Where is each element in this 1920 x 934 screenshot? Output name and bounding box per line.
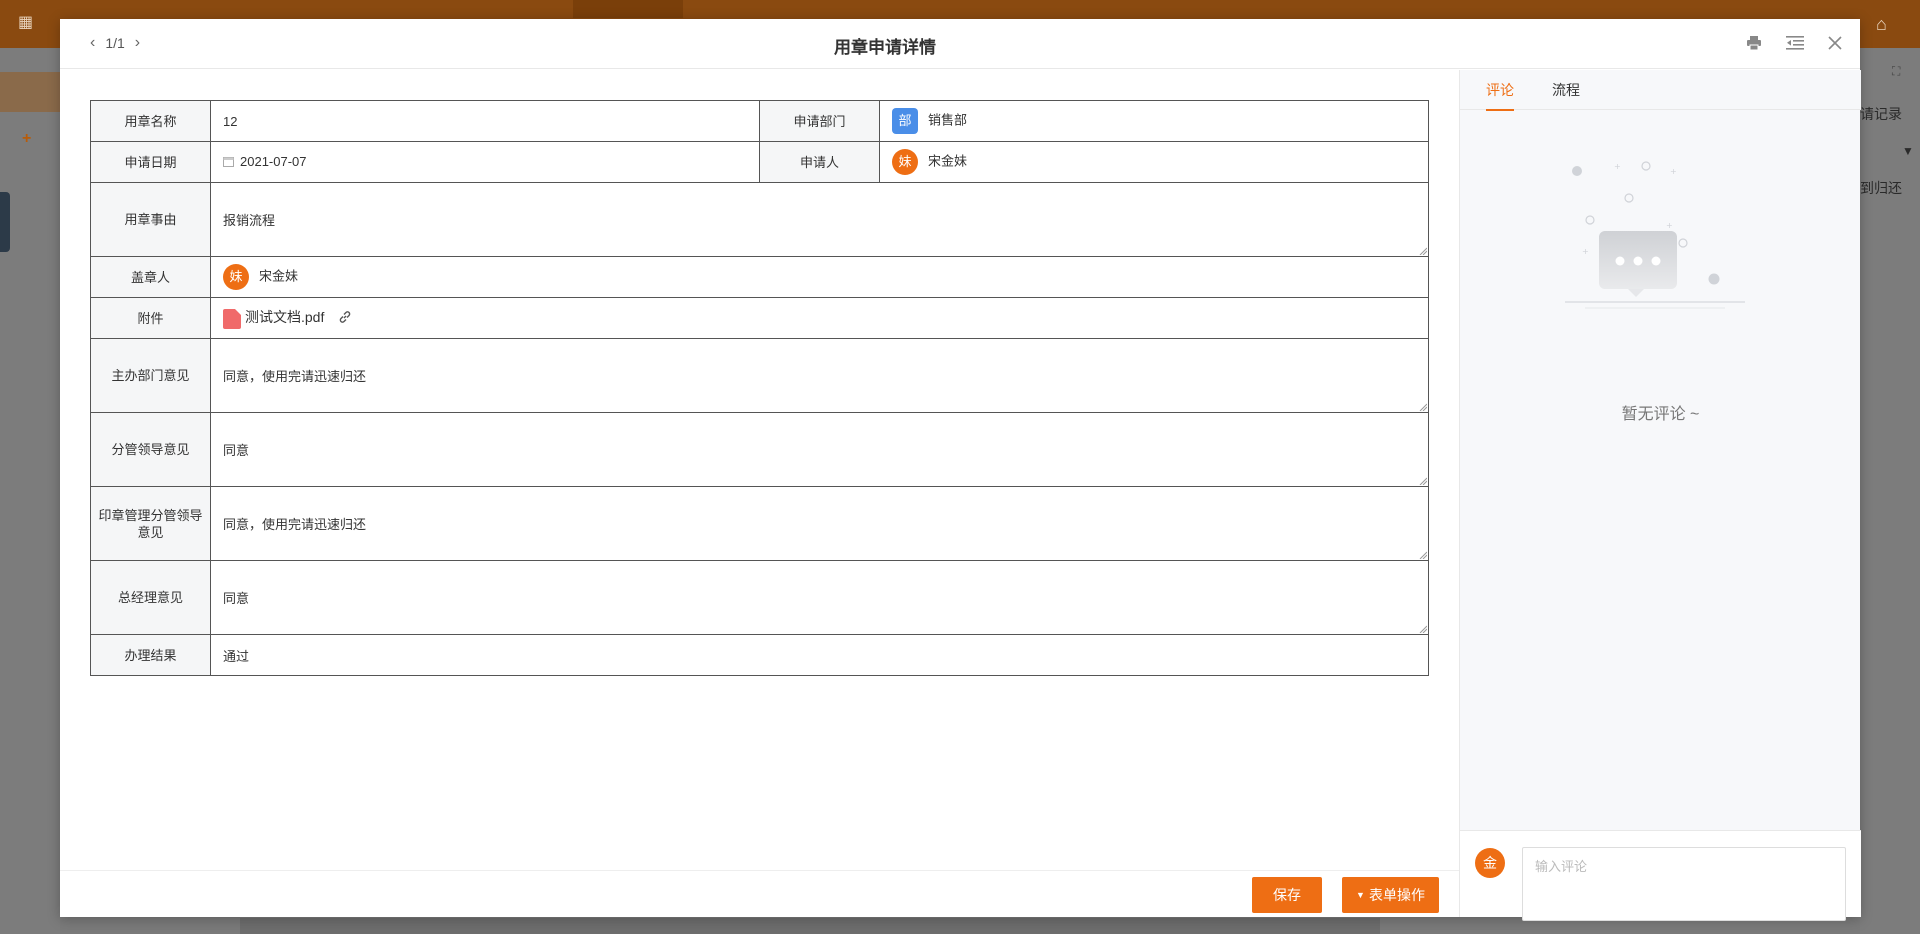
stamper-value: 宋金妹: [259, 268, 299, 284]
reason-textarea[interactable]: 报销流程: [210, 182, 1429, 257]
dept-value: 销售部: [928, 112, 968, 128]
applicant-field[interactable]: 妹宋金妹: [879, 141, 1429, 183]
form-row: 总经理意见 同意: [90, 560, 1429, 635]
form-row: 分管领导意见 同意: [90, 412, 1429, 487]
resize-handle-icon[interactable]: [1419, 551, 1427, 559]
calendar-icon: [223, 156, 234, 170]
modal-header: ‹ 1/1 › 用章申请详情: [60, 19, 1860, 69]
bg-scrollbar[interactable]: [240, 918, 1380, 934]
link-icon[interactable]: [338, 310, 352, 327]
tab-workflow[interactable]: 流程: [1552, 80, 1580, 109]
modal-title: 用章申请详情: [834, 38, 936, 57]
seal-name-value[interactable]: 12: [210, 100, 760, 142]
empty-comments-text: 暂无评论 ~: [1621, 406, 1700, 423]
dept-avatar: 部: [892, 108, 918, 134]
topbar-active-tab[interactable]: [573, 0, 683, 18]
svg-text:+: +: [1582, 247, 1589, 256]
resize-handle-icon[interactable]: [1419, 403, 1427, 411]
result-value[interactable]: 通过: [210, 634, 1429, 676]
comment-panel: 评论 流程 + + + + 暂无评论 ~ 金 输入评论: [1459, 70, 1861, 921]
attachment-field: 测试文档.pdf: [210, 297, 1429, 339]
reason-value: 报销流程: [223, 213, 276, 228]
stamper-label: 盖章人: [90, 256, 211, 298]
expand-icon[interactable]: ⛶: [1892, 64, 1900, 79]
bg-column-header: 请记录: [1860, 106, 1902, 122]
save-button[interactable]: 保存: [1252, 877, 1322, 913]
form-row: 办理结果 通过: [90, 634, 1429, 676]
form-area: 用章名称 12 申请部门 部销售部 申请日期 2021-07-07 申请人 妹宋…: [60, 70, 1459, 870]
svg-text:+: +: [1670, 167, 1677, 176]
svg-text:+: +: [1666, 221, 1673, 230]
comment-input[interactable]: [1522, 847, 1846, 921]
date-field[interactable]: 2021-07-07: [210, 141, 760, 183]
form-row: 主办部门意见 同意，使用完请迅速归还: [90, 338, 1429, 413]
form-operations-button[interactable]: ▼ 表单操作: [1342, 877, 1439, 913]
dept-field[interactable]: 部销售部: [879, 100, 1429, 142]
detail-modal: ‹ 1/1 › 用章申请详情 用章名称 12 申请部门 部 销售部 申请日期 2…: [60, 19, 1861, 921]
date-value: 2021-07-07: [240, 154, 307, 170]
form-row: 附件 测试文档.pdf: [90, 297, 1429, 339]
app-right-column: ⛶ 请记录 ▼ 到归还: [1860, 48, 1920, 934]
dept-label: 申请部门: [759, 100, 880, 142]
seal-mgr-opinion-textarea[interactable]: 同意，使用完请迅速归还: [210, 486, 1429, 561]
outdent-icon[interactable]: [1786, 35, 1804, 56]
form-row: 盖章人 妹宋金妹: [90, 256, 1429, 298]
resize-handle-icon[interactable]: [1419, 477, 1427, 485]
bg-cell-text: 到归还: [1860, 180, 1902, 196]
resize-handle-icon[interactable]: [1419, 247, 1427, 255]
home-icon[interactable]: ⌂: [1876, 14, 1887, 35]
gm-opinion-label: 总经理意见: [90, 560, 211, 635]
app-sidebar: +: [0, 48, 60, 934]
form-row: 申请日期 2021-07-07 申请人 妹宋金妹: [90, 141, 1429, 183]
main-dept-opinion-value: 同意，使用完请迅速归还: [223, 369, 367, 384]
stamper-field[interactable]: 妹宋金妹: [210, 256, 1429, 298]
tab-comments[interactable]: 评论: [1486, 80, 1514, 111]
gm-opinion-textarea[interactable]: 同意: [210, 560, 1429, 635]
floating-widget[interactable]: [0, 192, 10, 252]
form-row: 用章名称 12 申请部门 部销售部: [90, 100, 1429, 142]
main-dept-opinion-textarea[interactable]: 同意，使用完请迅速归还: [210, 338, 1429, 413]
comment-composer: 金: [1460, 830, 1861, 921]
modal-footer: 保存 ▼ 表单操作: [60, 870, 1459, 917]
user-avatar: 金: [1475, 848, 1505, 878]
attachment-link[interactable]: 测试文档.pdf: [245, 309, 324, 325]
sidebar-active-item[interactable]: [0, 72, 60, 112]
leader-opinion-textarea[interactable]: 同意: [210, 412, 1429, 487]
add-icon[interactable]: +: [22, 130, 31, 148]
application-form: 用章名称 12 申请部门 部销售部 申请日期 2021-07-07 申请人 妹宋…: [90, 100, 1429, 676]
date-label: 申请日期: [90, 141, 211, 183]
header-actions: [1746, 35, 1842, 56]
applicant-avatar: 妹: [892, 149, 918, 175]
reason-label: 用章事由: [90, 182, 211, 257]
applicant-value: 宋金妹: [928, 153, 968, 169]
side-tabs: 评论 流程: [1460, 70, 1861, 111]
applicant-label: 申请人: [759, 141, 880, 183]
close-icon[interactable]: [1828, 36, 1842, 55]
leader-opinion-label: 分管领导意见: [90, 412, 211, 487]
apps-grid-icon[interactable]: ▦: [18, 15, 34, 31]
caret-down-icon: ▼: [1356, 890, 1365, 900]
attachment-label: 附件: [90, 297, 211, 339]
form-row: 印章管理分管领导意见 同意，使用完请迅速归还: [90, 486, 1429, 561]
empty-comments-illustration: + + + +: [1565, 161, 1745, 309]
leader-opinion-value: 同意: [223, 443, 250, 458]
svg-text:+: +: [1614, 162, 1621, 171]
seal-mgr-opinion-label: 印章管理分管领导意见: [90, 486, 211, 561]
seal-name-label: 用章名称: [90, 100, 211, 142]
pdf-file-icon: [223, 308, 241, 329]
gm-opinion-value: 同意: [223, 591, 250, 606]
stamper-avatar: 妹: [223, 264, 249, 290]
seal-mgr-opinion-value: 同意，使用完请迅速归还: [223, 517, 367, 532]
form-operations-label: 表单操作: [1368, 887, 1425, 903]
printer-icon[interactable]: [1746, 35, 1762, 56]
result-label: 办理结果: [90, 634, 211, 676]
main-dept-opinion-label: 主办部门意见: [90, 338, 211, 413]
caret-down-icon[interactable]: ▼: [1902, 144, 1914, 158]
resize-handle-icon[interactable]: [1419, 625, 1427, 633]
form-row: 用章事由 报销流程: [90, 182, 1429, 257]
